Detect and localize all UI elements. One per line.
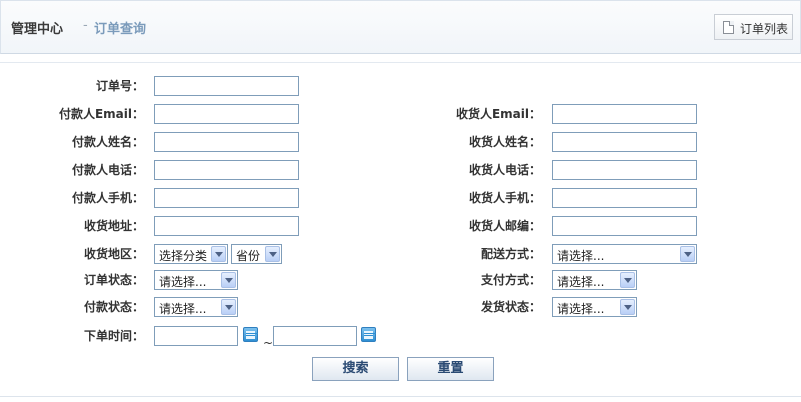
calendar-icon[interactable] — [361, 327, 376, 342]
order-no-input[interactable] — [154, 76, 299, 96]
pay-status-value: 请选择... — [159, 302, 207, 316]
label-order-time: 下单时间： — [83, 329, 144, 343]
order-time-start-input[interactable] — [154, 326, 238, 346]
receiver-phone-input[interactable] — [552, 160, 697, 180]
divider — [0, 62, 801, 63]
region-category-select[interactable]: 选择分类 — [154, 244, 228, 264]
date-range-separator: ~ — [263, 336, 274, 350]
page-header: 管理中心 - 订单查询 订单列表 — [0, 0, 801, 54]
reset-button[interactable]: 重置 — [407, 357, 494, 381]
label-receiver-email: 收货人Email： — [455, 107, 541, 121]
label-payer-mobile: 付款人手机： — [71, 191, 144, 205]
label-payer-phone: 付款人电话： — [71, 163, 144, 177]
payer-phone-input[interactable] — [154, 160, 299, 180]
order-list-button[interactable]: 订单列表 — [714, 14, 793, 40]
chevron-down-icon — [221, 299, 236, 315]
order-list-label: 订单列表 — [740, 22, 789, 36]
label-receiver-zip: 收货人邮编： — [468, 219, 541, 233]
label-delivery-method: 配送方式： — [480, 247, 541, 261]
document-icon — [723, 21, 734, 34]
label-receiver-mobile: 收货人手机： — [468, 191, 541, 205]
label-payer-name: 付款人姓名： — [71, 135, 144, 149]
label-order-status: 订单状态： — [83, 273, 144, 287]
breadcrumb-current: 订单查询 — [94, 22, 147, 37]
payment-method-value: 请选择... — [557, 275, 605, 289]
label-receiver-name: 收货人姓名： — [468, 135, 541, 149]
label-receiver-phone: 收货人电话： — [468, 163, 541, 177]
shipment-status-value: 请选择... — [557, 302, 605, 316]
delivery-method-value: 请选择... — [557, 249, 605, 263]
province-select[interactable]: 省份 — [231, 244, 282, 264]
label-pay-status: 付款状态： — [83, 300, 144, 314]
order-status-value: 请选择... — [159, 275, 207, 289]
label-payer-email: 付款人Email： — [58, 107, 144, 121]
payment-method-select[interactable]: 请选择... — [552, 270, 637, 290]
label-payment-method: 支付方式： — [480, 273, 541, 287]
breadcrumb-separator: - — [83, 18, 88, 33]
divider — [0, 396, 801, 397]
label-order-no: 订单号： — [95, 79, 144, 93]
label-shipment-status: 发货状态： — [480, 300, 541, 314]
chevron-down-icon — [620, 299, 635, 315]
label-shipping-address: 收货地址： — [83, 219, 144, 233]
page-title: 管理中心 — [11, 22, 64, 37]
shipping-address-input[interactable] — [154, 216, 299, 236]
receiver-name-input[interactable] — [552, 132, 697, 152]
shipment-status-select[interactable]: 请选择... — [552, 297, 637, 317]
chevron-down-icon — [680, 246, 695, 262]
search-button[interactable]: 搜索 — [312, 357, 399, 381]
order-status-select[interactable]: 请选择... — [154, 270, 238, 290]
province-value: 省份 — [236, 249, 261, 263]
label-shipping-region: 收货地区： — [83, 247, 144, 261]
chevron-down-icon — [211, 246, 226, 262]
chevron-down-icon — [265, 246, 280, 262]
receiver-email-input[interactable] — [552, 104, 697, 124]
receiver-mobile-input[interactable] — [552, 188, 697, 208]
chevron-down-icon — [620, 272, 635, 288]
payer-name-input[interactable] — [154, 132, 299, 152]
payer-email-input[interactable] — [154, 104, 299, 124]
delivery-method-select[interactable]: 请选择... — [552, 244, 697, 264]
receiver-zip-input[interactable] — [552, 216, 697, 236]
region-category-value: 选择分类 — [159, 249, 208, 263]
chevron-down-icon — [221, 272, 236, 288]
order-time-end-input[interactable] — [273, 326, 357, 346]
payer-mobile-input[interactable] — [154, 188, 299, 208]
pay-status-select[interactable]: 请选择... — [154, 297, 238, 317]
calendar-icon[interactable] — [243, 327, 258, 342]
